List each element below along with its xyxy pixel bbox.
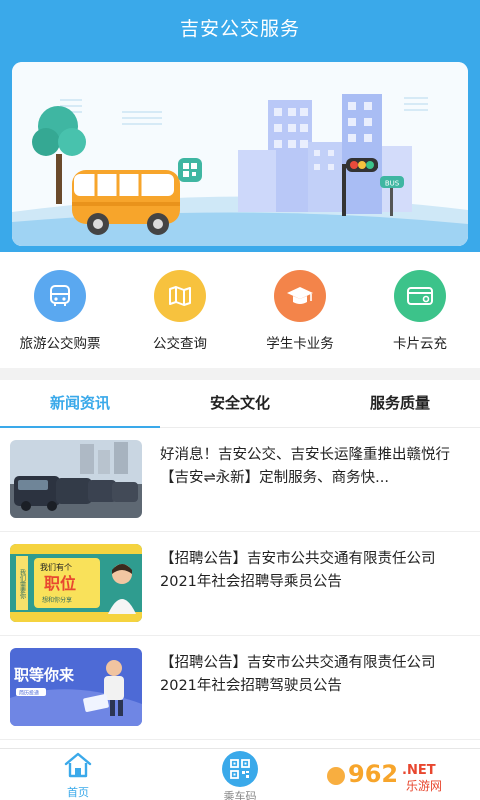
watermark-logo: 962 .NET 乐游网 <box>327 760 442 793</box>
quick-menu: 旅游公交购票 公交查询 学生卡业务 卡片云充 <box>0 252 480 368</box>
news-item[interactable]: 好消息！吉安公交、吉安长运隆重推出赣悦行【吉安⇌永新】定制服务、商务快... <box>0 428 480 532</box>
quick-item-tour-bus-ticket[interactable]: 旅游公交购票 <box>0 270 120 352</box>
nav-home-label: 首页 <box>67 786 89 799</box>
graduation-cap-icon <box>274 270 326 322</box>
tab-service-quality[interactable]: 服务质量 <box>320 380 480 428</box>
tab-news[interactable]: 新闻资讯 <box>0 380 160 429</box>
svg-text:.NET: .NET <box>402 763 436 778</box>
news-title: 【招聘公告】吉安市公共交通有限责任公司2021年社会招聘导乘员公告 <box>160 551 436 590</box>
thumb-text-line1: 我们有个 <box>40 562 72 572</box>
svg-text:962: 962 <box>348 760 398 788</box>
app-title: 吉安公交服务 <box>179 18 300 40</box>
bottom-navigation: 首页 乘车码 962 .NET 乐游网 <box>0 748 480 800</box>
news-item[interactable]: 我们需要你 我们有个 职位 想和你分享 【招聘公告】吉安市公共交通有限责任公司2… <box>0 532 480 636</box>
quick-item-bus-query[interactable]: 公交查询 <box>120 270 240 352</box>
news-title: 【招聘公告】吉安市公共交通有限责任公司2021年社会招聘驾驶员公告 <box>160 655 436 694</box>
header: 吉安公交服务 BUS <box>0 0 480 252</box>
home-icon <box>64 752 92 778</box>
nav-ride-code[interactable]: 乘车码 <box>190 751 290 800</box>
news-thumbnail-recruitment: 我们需要你 我们有个 职位 想和你分享 <box>10 544 142 622</box>
nav-ride-code-label: 乘车码 <box>223 790 257 800</box>
news-title: 好消息！吉安公交、吉安长运隆重推出赣悦行【吉安⇌永新】定制服务、商务快... <box>160 447 450 486</box>
quick-item-label: 卡片云充 <box>393 336 447 352</box>
news-thumbnail-hiring: 职等你来 简历投递 <box>10 648 142 726</box>
news-list: 好消息！吉安公交、吉安长运隆重推出赣悦行【吉安⇌永新】定制服务、商务快... 我… <box>0 428 480 748</box>
bus-city-illustration: BUS <box>12 62 468 246</box>
thumb-side-text: 我们需要你 <box>19 568 26 599</box>
bus-icon <box>34 270 86 322</box>
banner-image[interactable]: BUS <box>12 62 468 246</box>
svg-text:乐游网: 乐游网 <box>406 779 442 793</box>
nav-home[interactable]: 首页 <box>28 751 128 800</box>
news-thumbnail-vans <box>10 440 142 518</box>
quick-item-student-card[interactable]: 学生卡业务 <box>240 270 360 352</box>
thumb-text-line3: 想和你分享 <box>42 596 72 604</box>
bus-stop-sign-text: BUS <box>385 180 400 188</box>
news-tabs: 新闻资讯 安全文化 服务质量 <box>0 380 480 429</box>
news-item[interactable]: 职等你来 简历投递 【招聘公告】吉安市公共交通有限责任公司2021年社会招聘驾驶… <box>0 636 480 740</box>
thumb-title-text: 职等你来 <box>14 666 75 684</box>
map-icon <box>154 270 206 322</box>
quick-item-label: 旅游公交购票 <box>19 336 101 352</box>
qr-code-icon <box>222 751 258 787</box>
thumb-text-line2: 职位 <box>44 574 76 593</box>
card-icon <box>394 270 446 322</box>
quick-item-label: 学生卡业务 <box>266 336 334 352</box>
quick-item-card-recharge[interactable]: 卡片云充 <box>360 270 480 352</box>
tab-safety-culture[interactable]: 安全文化 <box>160 380 320 428</box>
section-divider <box>0 368 480 380</box>
thumb-button-text: 简历投递 <box>19 690 39 697</box>
quick-item-label: 公交查询 <box>153 336 207 352</box>
